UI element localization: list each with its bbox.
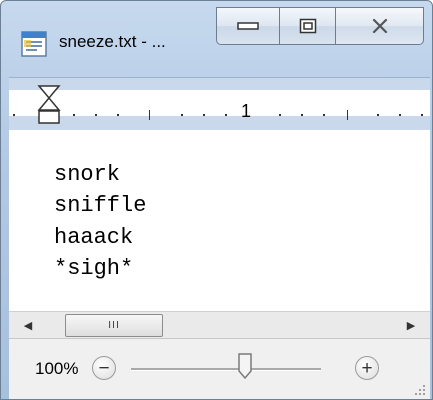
document-line: sniffle	[54, 193, 147, 218]
ruler-dot	[301, 114, 303, 116]
maximize-button[interactable]	[280, 7, 336, 45]
zoom-in-icon: +	[361, 357, 373, 379]
ruler-dot	[117, 114, 119, 116]
ruler-dot	[421, 114, 423, 116]
resize-grip-icon[interactable]	[414, 384, 426, 396]
zoom-level: 100%	[35, 359, 79, 378]
zoom-slider-thumb[interactable]	[237, 352, 253, 380]
ruler-dot	[377, 114, 379, 116]
zoom-out-icon: −	[98, 357, 110, 379]
scrollbar-thumb[interactable]: III	[65, 314, 163, 337]
window-title: sneeze.txt - ...	[59, 32, 166, 51]
close-button[interactable]	[336, 7, 424, 45]
scroll-left-arrow-icon: ◀	[23, 319, 33, 332]
document-line: *sigh*	[54, 256, 134, 281]
ruler-dot	[279, 114, 281, 116]
maximize-icon	[299, 18, 316, 34]
status-bar: 100% − +	[9, 338, 430, 399]
ruler-dot	[95, 114, 97, 116]
ruler-dot	[323, 114, 325, 116]
document-area[interactable]: snork sniffle haaack *sigh*	[9, 130, 430, 311]
scroll-right-arrow-icon: ▶	[406, 319, 416, 332]
ruler-inch-label: 1	[241, 101, 252, 121]
ruler-dot	[13, 114, 15, 116]
app-window: sneeze.txt - ... 1 snork sniffle haaack …	[0, 0, 433, 400]
zoom-in-button[interactable]: +	[355, 356, 379, 380]
indent-marker-icon[interactable]	[37, 84, 61, 126]
ruler-dot	[73, 114, 75, 116]
horizontal-scrollbar[interactable]: ◀ III ▶	[9, 311, 430, 338]
wordpad-document-icon[interactable]	[21, 31, 47, 57]
minimize-button[interactable]	[216, 7, 280, 45]
ruler-dot	[181, 114, 183, 116]
scrollbar-grip: III	[108, 320, 120, 331]
ruler-dot	[203, 114, 205, 116]
document-line: haaack	[54, 225, 134, 250]
zoom-slider-track[interactable]	[131, 368, 321, 371]
minimize-icon	[237, 22, 259, 30]
scroll-right-button[interactable]: ▶	[400, 312, 422, 338]
scroll-left-button[interactable]: ◀	[17, 312, 39, 338]
zoom-out-button[interactable]: −	[92, 356, 116, 380]
ruler[interactable]: 1	[9, 77, 430, 131]
caption-buttons	[216, 7, 430, 47]
document-line: snork	[54, 162, 121, 187]
ruler-tick	[149, 110, 150, 120]
ruler-dot	[225, 114, 227, 116]
close-icon	[372, 18, 387, 34]
ruler-dot	[399, 114, 401, 116]
ruler-strip: 1	[9, 90, 430, 121]
ruler-tick	[347, 110, 348, 120]
title-bar[interactable]: sneeze.txt - ...	[1, 1, 432, 67]
